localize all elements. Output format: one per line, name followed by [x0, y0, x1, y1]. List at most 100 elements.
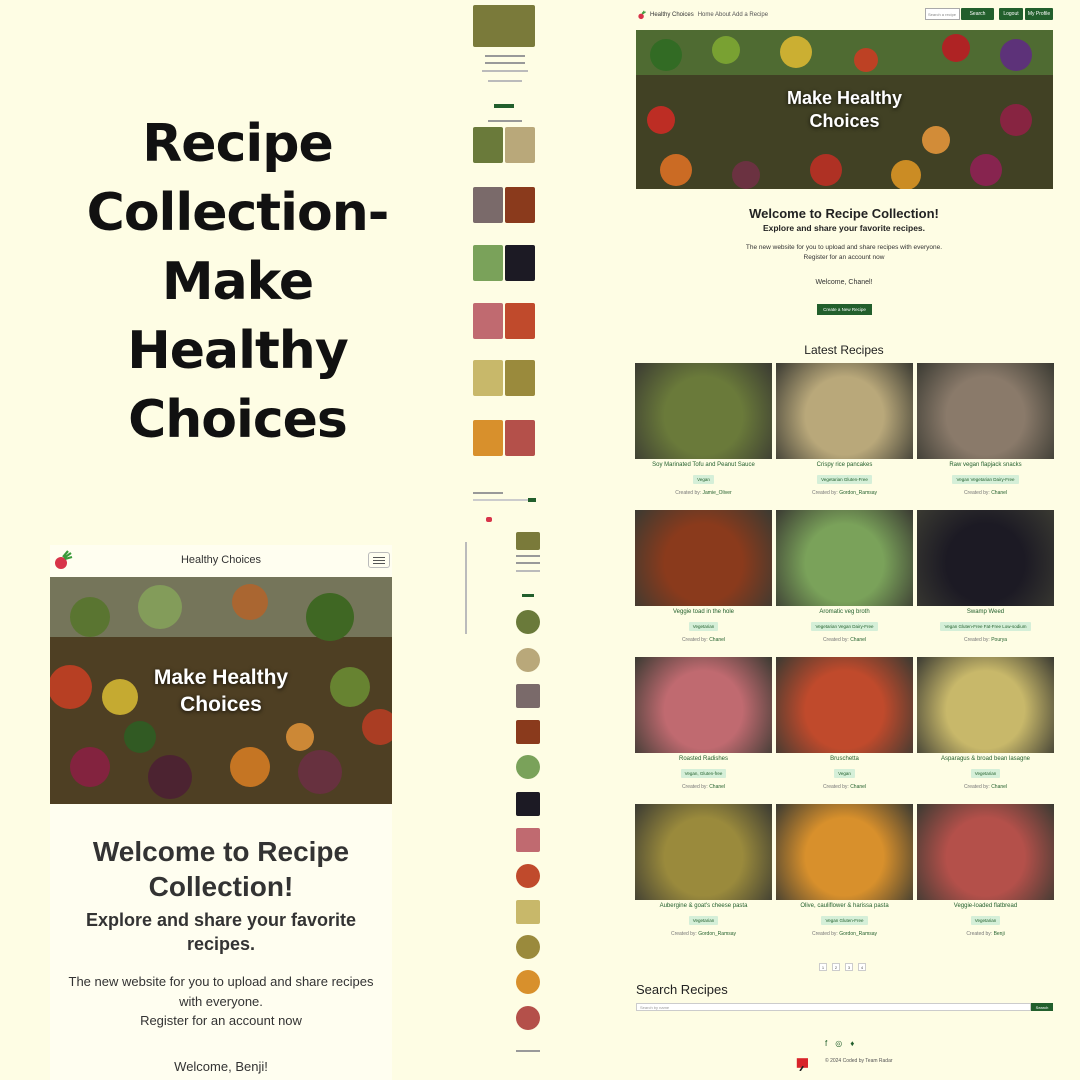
- desktop-preview: Healthy Choices Home About Add a Recipe …: [635, 0, 1054, 1080]
- mobile-welcome-user: Welcome, Benji!: [174, 1058, 268, 1074]
- my-profile-button[interactable]: My Profile: [1025, 8, 1053, 20]
- tiny-text-line: [485, 62, 525, 64]
- recipe-card[interactable]: Bruschetta Vegan Created by: Chanel: [776, 657, 913, 797]
- recipe-title[interactable]: Swamp Weed: [917, 609, 1054, 615]
- recipe-image[interactable]: [917, 363, 1054, 459]
- recipe-author-name[interactable]: Benji: [994, 931, 1005, 937]
- recipe-card[interactable]: Swamp Weed Vegan Gluten-Free Fat-Free Low…: [917, 510, 1054, 650]
- recipe-tags-badge: Vegetarian Gluten-Free: [817, 475, 872, 484]
- tiny-hero-image: [473, 5, 535, 47]
- recipe-title[interactable]: Soy Marinated Tofu and Peanut Sauce: [635, 462, 772, 468]
- hamburger-menu-icon[interactable]: [368, 552, 390, 568]
- recipe-image[interactable]: [917, 804, 1054, 900]
- radish-logo-icon[interactable]: [637, 10, 647, 20]
- recipe-author-label: Created by:: [681, 784, 710, 790]
- recipe-card[interactable]: Crispy rice pancakes Vegetarian Gluten-Fr…: [776, 363, 913, 503]
- recipe-author-name[interactable]: Chanel: [709, 637, 725, 643]
- recipe-author-name[interactable]: Chanel: [991, 784, 1007, 790]
- tiny-radish-icon: [486, 517, 492, 522]
- recipe-tags-badge: Vegetarian: [688, 622, 719, 631]
- desktop-brand[interactable]: Healthy Choices: [650, 12, 694, 18]
- recipe-title[interactable]: Aromatic veg broth: [776, 609, 913, 615]
- recipe-author-name[interactable]: Chanel: [709, 784, 725, 790]
- recipe-title[interactable]: Bruschetta: [776, 756, 913, 762]
- recipe-image[interactable]: [776, 657, 913, 753]
- mobile-brand[interactable]: Healthy Choices: [181, 554, 261, 566]
- recipe-image[interactable]: [635, 363, 772, 459]
- recipe-image[interactable]: [917, 510, 1054, 606]
- desktop-nav-search-button[interactable]: Search: [961, 8, 994, 20]
- recipe-author-name[interactable]: Chanel: [991, 490, 1007, 496]
- search-recipes-input[interactable]: Search by name: [636, 1003, 1031, 1011]
- mobile-navbar: Healthy Choices: [50, 545, 392, 575]
- recipe-card[interactable]: Veggie-loaded flatbread Vegetarian Created…: [917, 804, 1054, 944]
- recipe-author-name[interactable]: Gordon_Ramsay: [839, 490, 877, 496]
- recipe-image[interactable]: [776, 510, 913, 606]
- tiny-recipe-thumb: [473, 187, 503, 223]
- recipe-author: Created by: Gordon_Ramsay: [776, 931, 913, 937]
- mobile-welcome-heading: Welcome to Recipe Collection!: [92, 836, 350, 902]
- recipe-title[interactable]: Raw vegan flapjack snacks: [917, 462, 1054, 468]
- search-recipes-button[interactable]: Search: [1031, 1003, 1053, 1011]
- recipe-tags-badge: Vegetarian: [970, 916, 1001, 925]
- tiny-recipe-thumb: [505, 360, 535, 396]
- recipe-image[interactable]: [776, 804, 913, 900]
- recipe-author: Created by: Benji: [917, 931, 1054, 937]
- logout-button[interactable]: Logout: [999, 8, 1023, 20]
- recipe-card[interactable]: Veggie toad in the hole Vegetarian Created…: [635, 510, 772, 650]
- recipe-image[interactable]: [917, 657, 1054, 753]
- tiny-recipe-thumb: [516, 610, 540, 634]
- recipe-author-name[interactable]: Chanel: [850, 784, 866, 790]
- desktop-nav-search-input[interactable]: Search a recipe: [925, 8, 960, 20]
- recipe-image[interactable]: [635, 510, 772, 606]
- recipe-title[interactable]: Roasted Radishes: [635, 756, 772, 762]
- social-links: f ◎ ♦: [825, 1039, 854, 1048]
- page-link[interactable]: 4: [858, 963, 866, 971]
- recipe-author-name[interactable]: Gordon_Ramsay: [839, 931, 877, 937]
- create-recipe-button[interactable]: Create a New Recipe: [817, 304, 872, 315]
- recipe-title[interactable]: Asparagus & broad bean lasagne: [917, 756, 1054, 762]
- recipe-author-name[interactable]: Jamie_Oliver: [703, 490, 732, 496]
- recipe-title[interactable]: Crispy rice pancakes: [776, 462, 913, 468]
- recipe-card[interactable]: Soy Marinated Tofu and Peanut Sauce Vegan…: [635, 363, 772, 503]
- recipe-author-name[interactable]: Chanel: [850, 637, 866, 643]
- recipe-author-name[interactable]: Gordon_Ramsay: [698, 931, 736, 937]
- radish-logo-icon[interactable]: [52, 550, 74, 570]
- recipe-author-label: Created by:: [811, 490, 840, 496]
- recipe-author: Created by: Gordon_Ramsay: [776, 490, 913, 496]
- mobile-explore-subheading: Explore and share your favorite recipes.: [85, 910, 357, 954]
- recipe-card[interactable]: Aubergine & goat's cheese pasta Vegetaria…: [635, 804, 772, 944]
- desktop-nav-links[interactable]: Home About Add a Recipe: [698, 12, 768, 18]
- tiny-text-line: [473, 492, 503, 494]
- page-link[interactable]: 1: [819, 963, 827, 971]
- tiny-recipe-thumb: [516, 720, 540, 744]
- recipe-card[interactable]: Raw vegan flapjack snacks Vegan Vegetaria…: [917, 363, 1054, 503]
- recipe-title[interactable]: Veggie toad in the hole: [635, 609, 772, 615]
- recipe-image[interactable]: [635, 804, 772, 900]
- mobile-hero-text: Make Healthy Choices: [153, 665, 289, 716]
- facebook-icon[interactable]: f: [825, 1039, 827, 1048]
- recipe-image[interactable]: [635, 657, 772, 753]
- page-link[interactable]: 3: [845, 963, 853, 971]
- recipe-title[interactable]: Veggie-loaded flatbread: [917, 903, 1054, 909]
- recipe-card[interactable]: Aromatic veg broth Vegetarian Vegan Dairy…: [776, 510, 913, 650]
- recipe-title[interactable]: Olive, cauliflower & harissa pasta: [776, 903, 913, 909]
- instagram-icon[interactable]: ◎: [835, 1039, 842, 1048]
- recipe-author-name[interactable]: Pourya: [991, 637, 1007, 643]
- twitter-icon[interactable]: ♦: [850, 1039, 854, 1048]
- recipe-title[interactable]: Aubergine & goat's cheese pasta: [635, 903, 772, 909]
- tiny-recipe-thumb: [505, 245, 535, 281]
- recipe-card[interactable]: Roasted Radishes Vegan, Gluten-free Create…: [635, 657, 772, 797]
- recipe-card[interactable]: Asparagus & broad bean lasagne Vegetarian…: [917, 657, 1054, 797]
- page-link[interactable]: 2: [832, 963, 840, 971]
- tiny-text-line: [516, 570, 540, 572]
- recipe-author-label: Created by:: [822, 784, 851, 790]
- recipe-author-label: Created by:: [963, 784, 992, 790]
- recipe-image[interactable]: [776, 363, 913, 459]
- desktop-description: The new website for you to upload and sh…: [635, 243, 1053, 263]
- tiny-recipe-thumb: [505, 127, 535, 163]
- tiny-recipe-thumb: [516, 828, 540, 852]
- tiny-recipe-thumb: [516, 684, 540, 708]
- desktop-navbar: Healthy Choices Home About Add a Recipe …: [635, 8, 1053, 22]
- recipe-card[interactable]: Olive, cauliflower & harissa pasta Vegan …: [776, 804, 913, 944]
